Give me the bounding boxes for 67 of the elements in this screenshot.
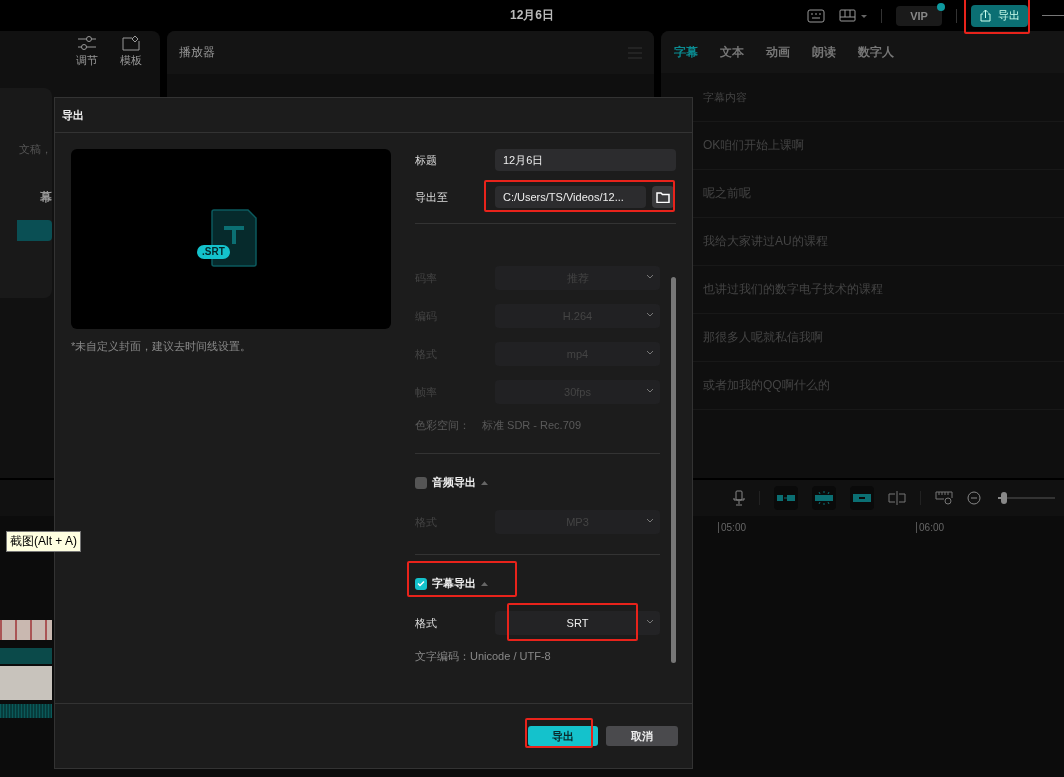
- ruler-zoom-icon[interactable]: [935, 491, 953, 505]
- panel-tab[interactable]: 调节: [76, 35, 98, 73]
- card-heading: 幕: [40, 189, 52, 206]
- share-icon: [979, 9, 992, 22]
- subtitle-clip[interactable]: [0, 648, 52, 664]
- audio-clip[interactable]: [0, 704, 52, 718]
- project-title: 12月6日: [510, 7, 554, 24]
- tab[interactable]: 文本: [720, 43, 744, 61]
- annotation-frame: [964, 0, 1030, 34]
- panel-title: 播放器: [179, 44, 215, 61]
- chevron-icon: [646, 388, 654, 394]
- layout-icon[interactable]: [839, 8, 867, 23]
- chevron-icon: [646, 350, 654, 356]
- export-button[interactable]: 导出: [971, 4, 1028, 27]
- annotation-frame: [525, 718, 593, 748]
- collapse-icon[interactable]: [481, 581, 488, 586]
- slider-thumb[interactable]: [1001, 492, 1008, 504]
- split-icon[interactable]: [888, 491, 906, 505]
- panel-tab[interactable]: 模板: [120, 35, 142, 73]
- zoom-slider[interactable]: [995, 492, 1055, 504]
- path-field[interactable]: C:/Users/TS/Videos/12...: [495, 186, 646, 208]
- cover-hint: *未自定义封面，建议去时间线设置。: [71, 339, 253, 354]
- vip-badge[interactable]: VIP: [896, 5, 942, 26]
- ruler-time: 05:00: [718, 521, 747, 533]
- tooltip: 截图(Alt + A): [6, 531, 81, 552]
- encoding-note: 文字编码：Unicode / UTF-8: [415, 649, 552, 664]
- section-title[interactable]: 字幕导出: [432, 576, 476, 591]
- tab[interactable]: 朗读: [812, 43, 836, 61]
- cancel-button[interactable]: 取消: [606, 726, 678, 746]
- chain-icon: [853, 494, 871, 502]
- video-clip[interactable]: [0, 666, 52, 700]
- setting-label: 格式: [415, 615, 438, 631]
- check-icon: [417, 580, 425, 587]
- chevron-icon: [646, 274, 654, 280]
- sliders-icon: [78, 35, 96, 51]
- chevron-icon: [646, 619, 654, 625]
- section-title[interactable]: 音频导出: [432, 475, 476, 490]
- zoom-out-icon[interactable]: [967, 491, 981, 505]
- tab[interactable]: 动画: [766, 43, 790, 61]
- tab[interactable]: 数字人: [858, 43, 894, 61]
- dialog-title: 导出: [55, 98, 692, 133]
- checkbox[interactable]: [415, 577, 427, 590]
- file-type-badge: .SRT: [197, 245, 230, 259]
- field-label: 导出至: [415, 189, 449, 205]
- checkbox[interactable]: [415, 476, 427, 489]
- dropdown[interactable]: SRT: [495, 611, 660, 635]
- microphone-icon[interactable]: [733, 490, 745, 506]
- collapse-icon[interactable]: [481, 480, 488, 485]
- link-icon: [777, 494, 795, 502]
- export-button[interactable]: 导出: [528, 726, 598, 746]
- ruler-time: 06:00: [916, 521, 945, 533]
- snap-toggle-button[interactable]: [812, 486, 836, 510]
- tab[interactable]: 字幕: [674, 43, 698, 61]
- field-label: 标题: [415, 152, 438, 168]
- template-icon: [122, 35, 140, 51]
- folder-button[interactable]: [652, 186, 674, 208]
- setting-value: 标准 SDR - Rec.709: [482, 418, 582, 433]
- chevron-icon: [646, 518, 654, 524]
- scrollbar[interactable]: [671, 277, 676, 663]
- keyboard-icon[interactable]: [807, 8, 825, 23]
- link-toggle-button[interactable]: [774, 486, 798, 510]
- video-clip[interactable]: [0, 620, 52, 640]
- title-field[interactable]: 12月6日: [495, 149, 676, 171]
- snap-icon: [815, 491, 833, 505]
- folder-icon: [656, 191, 670, 203]
- chevron-icon: [646, 312, 654, 318]
- chain-toggle-button[interactable]: [850, 486, 874, 510]
